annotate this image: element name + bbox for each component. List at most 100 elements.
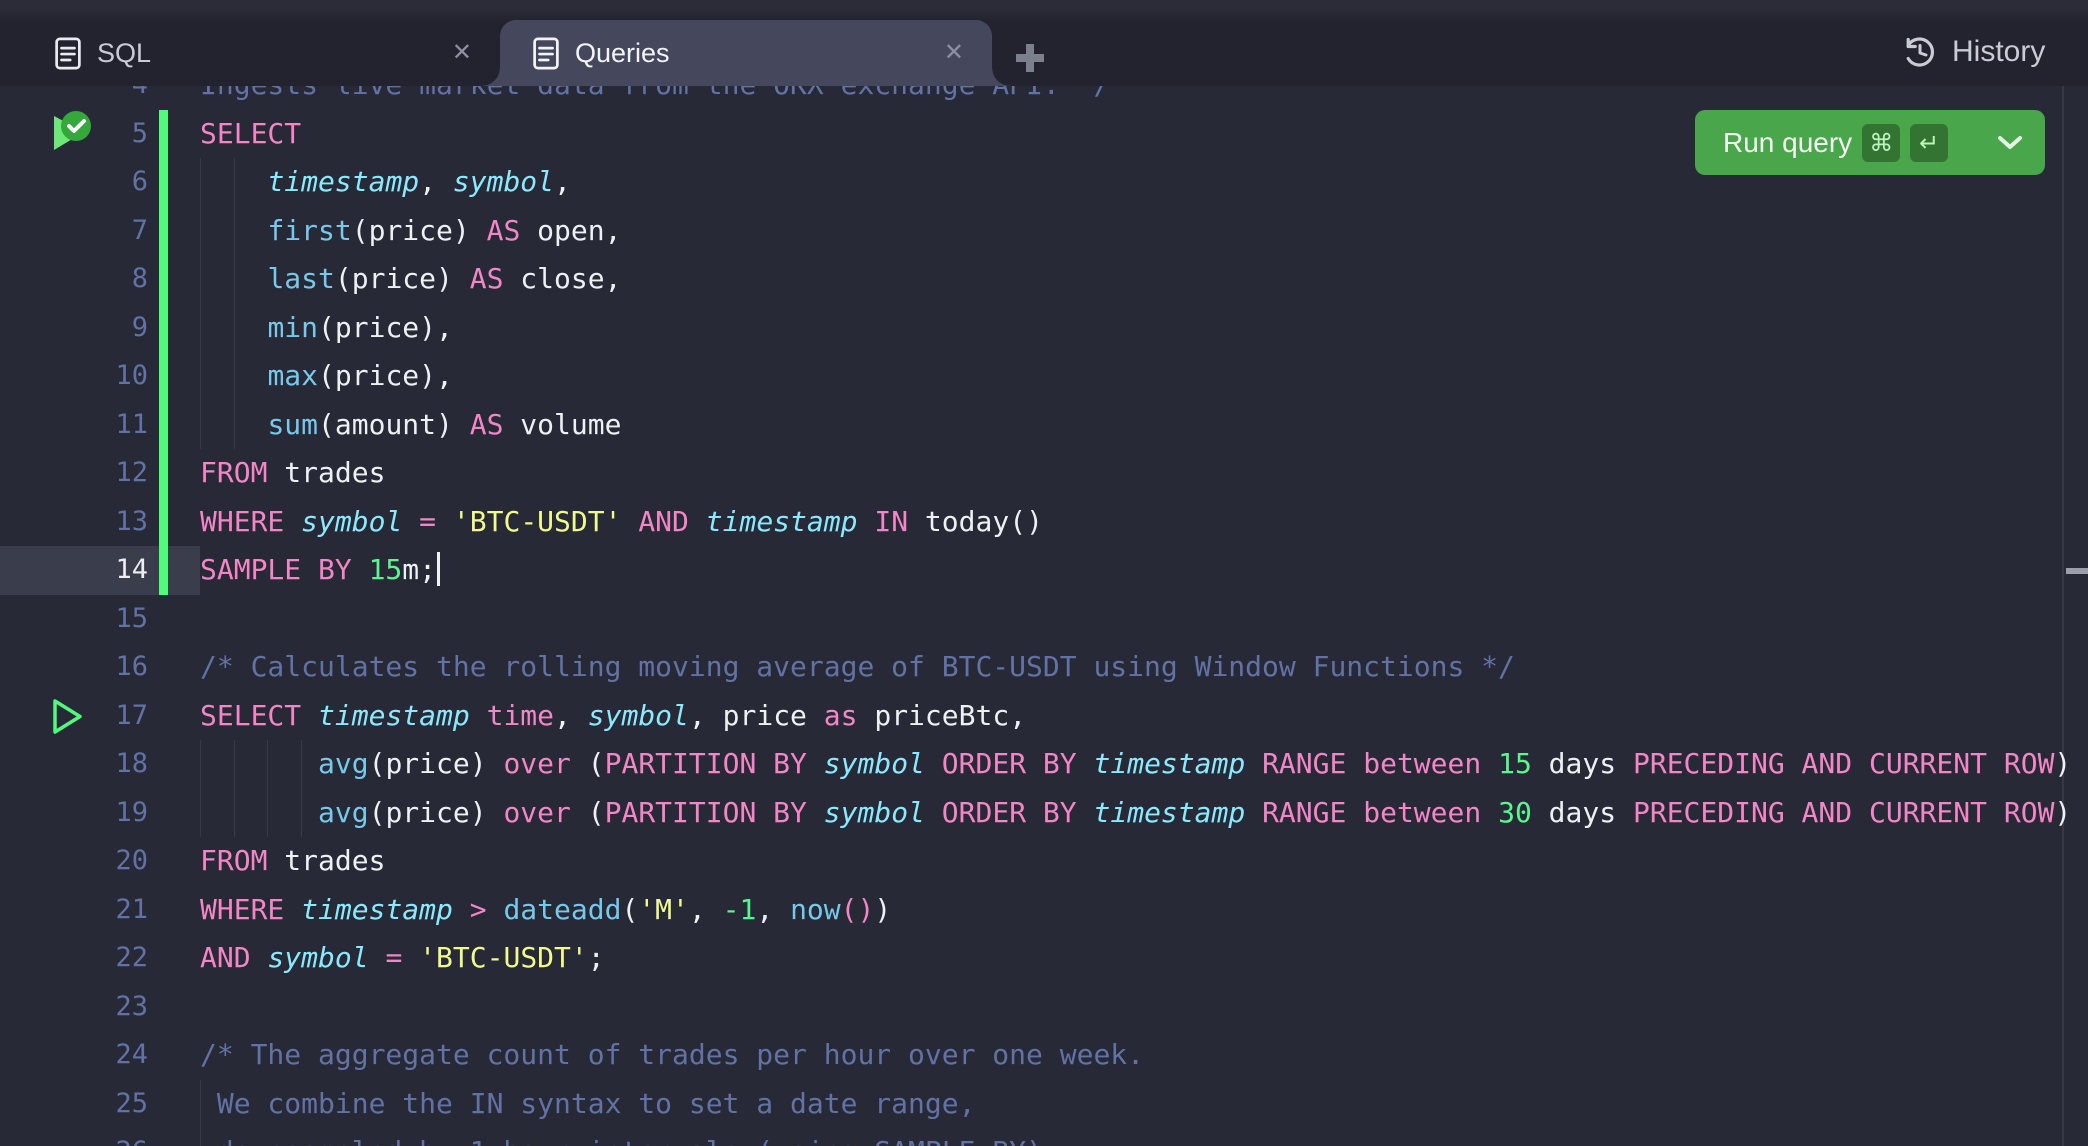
new-tab-button[interactable] [1016,44,1044,72]
code-line-8[interactable]: last(price) AS close, [200,255,621,304]
code-token [200,747,318,780]
run-query-success-icon[interactable] [40,110,100,159]
code-line-25[interactable]: We combine the IN syntax to set a date r… [200,1080,975,1129]
code-token: symbol [267,941,368,974]
code-token: () [841,893,875,926]
code-token [200,165,267,198]
code-token [1245,796,1262,829]
tab-bar: SQL ✕ Queries ✕ History [0,0,2088,86]
code-line-16[interactable]: /* Calculates the rolling moving average… [200,643,1515,692]
code-line-17[interactable]: SELECT timestamp time, symbol, price as … [200,692,1026,741]
code-token: dateadd [503,893,621,926]
run-query-button[interactable]: Run query ⌘ ↵ [1695,110,2045,175]
code-token: ( [571,796,605,829]
code-line-18[interactable]: avg(price) over (PARTITION BY symbol ORD… [200,740,2071,789]
code-token: min [267,311,318,344]
code-token [689,505,706,538]
code-token [200,262,267,295]
code-token: PARTITION BY [605,747,807,780]
tab-queries[interactable]: Queries ✕ [500,20,992,86]
line-number: 4 [0,86,148,110]
history-button[interactable]: History [1900,30,2045,74]
code-token: trades [267,844,385,877]
code-token [1077,747,1094,780]
code-line-13[interactable]: WHERE symbol = 'BTC-USDT' AND timestamp … [200,498,1043,547]
code-token [284,505,301,538]
run-query-label: Run query [1723,127,1852,159]
document-icon [533,37,559,70]
code-token: (price) [369,796,504,829]
code-token: = [419,505,436,538]
line-number: 15 [0,595,148,644]
code-token: WHERE [200,893,284,926]
code-token: (price) [335,262,470,295]
line-number: 11 [0,401,148,450]
code-line-22[interactable]: AND symbol = 'BTC-USDT'; [200,934,605,983]
code-token: , [554,165,571,198]
code-token [1346,747,1363,780]
code-token: , [756,893,790,926]
code-token: symbol [824,747,925,780]
tab-sql[interactable]: SQL ✕ [0,20,500,86]
code-token: symbol [824,796,925,829]
scrollbar-overview-ruler[interactable] [2062,86,2088,1146]
code-token: 15 [369,553,403,586]
code-line-12[interactable]: FROM trades [200,449,385,498]
code-token: over [503,747,570,780]
code-token: PARTITION BY [605,796,807,829]
code-token: 15 [1498,747,1532,780]
line-number: 13 [0,498,148,547]
enter-key-icon: ↵ [1910,124,1948,162]
line-number: 23 [0,983,148,1032]
code-line-14[interactable]: SAMPLE BY 15m; [200,546,440,595]
close-icon[interactable]: ✕ [452,41,472,65]
code-token [1346,796,1363,829]
code-line-7[interactable]: first(price) AS open, [200,207,621,256]
code-token: (amount) [318,408,470,441]
code-token: over [503,796,570,829]
code-line-10[interactable]: max(price), [200,352,453,401]
line-number: 7 [0,207,148,256]
line-number: 22 [0,934,148,983]
code-line-19[interactable]: avg(price) over (PARTITION BY symbol ORD… [200,789,2071,838]
code-line-24[interactable]: /* The aggregate count of trades per hou… [200,1031,1144,1080]
code-token [487,893,504,926]
code-token: RANGE [1262,747,1346,780]
code-token: WHERE [200,505,284,538]
code-token: AS [470,408,504,441]
code-token: (price) [369,747,504,780]
code-token: SAMPLE BY [200,553,352,586]
code-token: days [1532,796,1633,829]
code-token: , [419,165,453,198]
code-token: last [267,262,334,295]
code-token: AS [470,262,504,295]
code-token [369,941,386,974]
code-line-26[interactable]: downsampled by 1-hour intervals (using S… [200,1128,1043,1146]
code-token [251,941,268,974]
code-line-4[interactable]: Ingests live market data from the OKX ex… [200,86,1110,110]
code-line-9[interactable]: min(price), [200,304,453,353]
code-token [925,747,942,780]
chevron-down-icon[interactable] [1997,135,2023,151]
code-editor[interactable]: 4 Ingests live market data from the OKX e… [0,86,2088,1146]
run-query-play-icon[interactable] [40,692,100,741]
close-icon[interactable]: ✕ [944,41,964,65]
code-line-5[interactable]: SELECT [200,110,301,159]
code-token: FROM [200,844,267,877]
line-number: 16 [0,643,148,692]
code-token: 'BTC-USDT' [453,505,622,538]
code-token: = [385,941,402,974]
code-token [857,505,874,538]
ruler-cursor-mark [2066,568,2088,574]
code-token [402,941,419,974]
line-number: 24 [0,1031,148,1080]
code-line-6[interactable]: timestamp, symbol, [200,158,571,207]
code-token: timestamp [706,505,858,538]
code-line-11[interactable]: sum(amount) AS volume [200,401,621,450]
code-line-20[interactable]: FROM trades [200,837,385,886]
code-token: ) [874,893,891,926]
code-token [301,699,318,732]
code-token: , price [689,699,824,732]
code-token: now [790,893,841,926]
code-line-21[interactable]: WHERE timestamp > dateadd('M', -1, now()… [200,886,891,935]
